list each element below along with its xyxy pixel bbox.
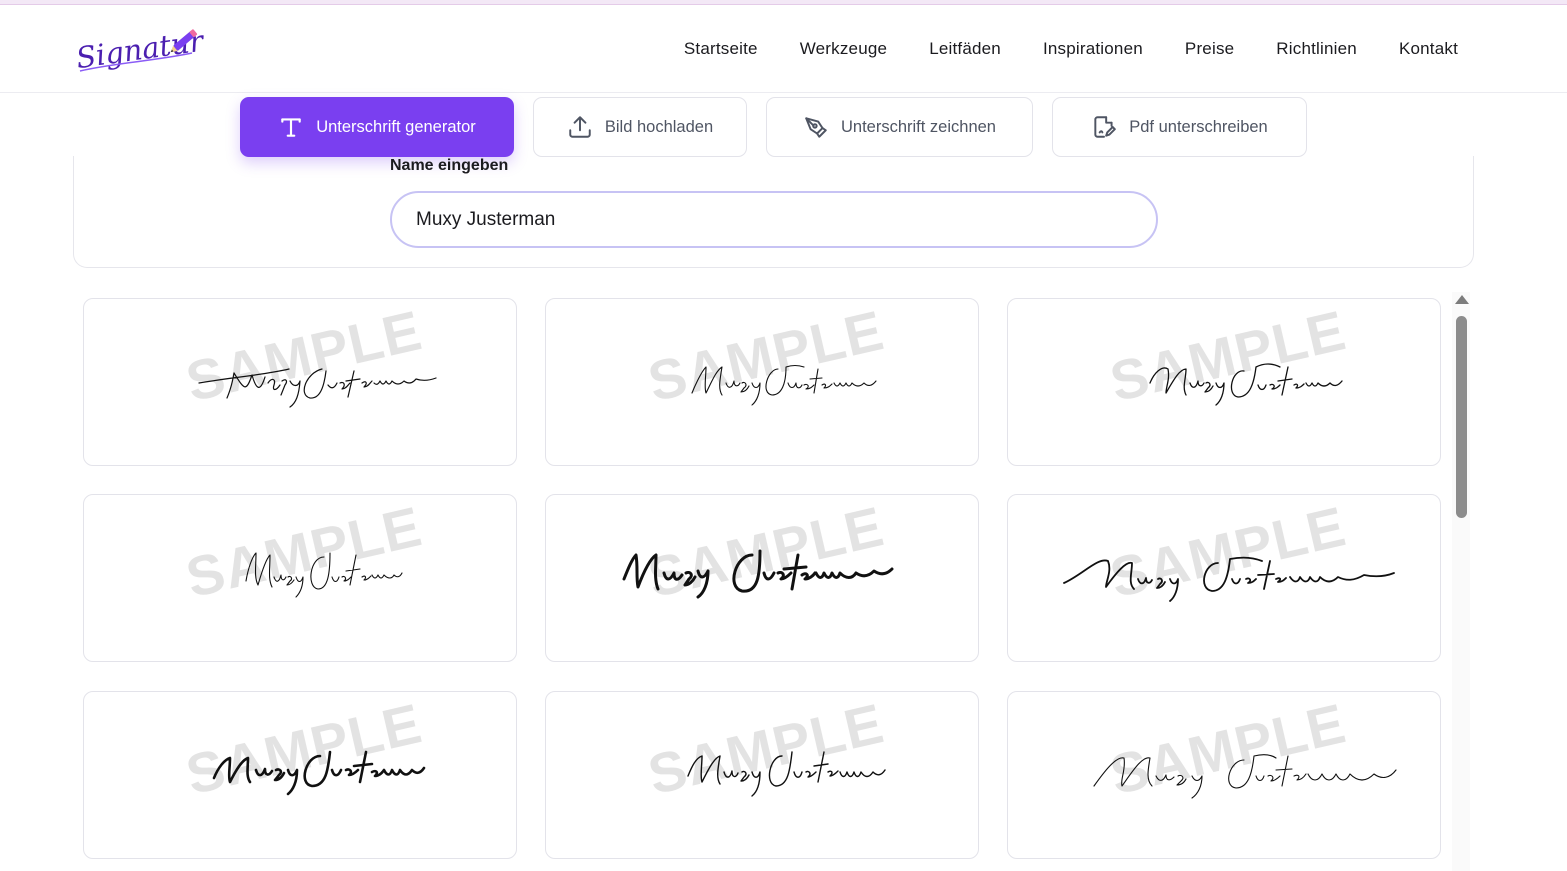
- upload-icon: [569, 116, 591, 138]
- tab-label: Bild hochladen: [604, 117, 714, 136]
- signature-option[interactable]: SAMPLE: [83, 494, 517, 662]
- text-t-icon: [281, 118, 301, 137]
- tab-sign-pdf[interactable]: Pdf unterschreiben: [1052, 97, 1307, 157]
- nav-preise[interactable]: Preise: [1185, 39, 1234, 59]
- signature-preview: [1149, 363, 1343, 406]
- signature-option[interactable]: SAMPLE: [545, 298, 979, 466]
- main-nav: Startseite Werkzeuge Leitfäden Inspirati…: [684, 5, 1458, 93]
- nav-richtlinien[interactable]: Richtlinien: [1276, 39, 1357, 59]
- signature-preview: [622, 549, 894, 599]
- signature-preview: [1063, 556, 1395, 602]
- signature-option[interactable]: SAMPLE: [545, 494, 979, 662]
- svg-text:Signature: Signature: [74, 23, 204, 75]
- signature-preview: [687, 751, 886, 797]
- document-sign-icon: [1094, 116, 1117, 138]
- signature-option[interactable]: SAMPLE: [545, 691, 979, 859]
- nav-inspirationen[interactable]: Inspirationen: [1043, 39, 1143, 59]
- tab-upload-image[interactable]: Bild hochladen: [533, 97, 747, 157]
- site-header: Signature Startseite Werkzeuge Leitfäden…: [0, 5, 1567, 93]
- signature-option[interactable]: SAMPLE: [1007, 494, 1441, 662]
- nav-startseite[interactable]: Startseite: [684, 39, 758, 59]
- signature-preview: [198, 368, 437, 408]
- name-input[interactable]: [390, 191, 1158, 248]
- tab-label: Pdf unterschreiben: [1129, 117, 1268, 136]
- nav-werkzeuge[interactable]: Werkzeuge: [800, 39, 887, 59]
- signature-option[interactable]: SAMPLE: [83, 298, 517, 466]
- nav-leitfaeden[interactable]: Leitfäden: [929, 39, 1001, 59]
- tab-label: Unterschrift zeichnen: [841, 117, 996, 136]
- nav-kontakt[interactable]: Kontakt: [1399, 39, 1458, 59]
- signature-logo[interactable]: Signature: [74, 23, 204, 79]
- tab-draw-signature[interactable]: Unterschrift zeichnen: [766, 97, 1033, 157]
- signature-option[interactable]: SAMPLE: [1007, 691, 1441, 859]
- signature-preview: [1093, 754, 1397, 799]
- signature-option[interactable]: SAMPLE: [83, 691, 517, 859]
- tab-signature-generator[interactable]: Unterschrift generator: [240, 97, 514, 157]
- tab-label: Unterschrift generator: [316, 117, 476, 136]
- signature-option[interactable]: SAMPLE: [1007, 298, 1441, 466]
- scrollbar-thumb[interactable]: [1456, 316, 1467, 518]
- signature-preview: [691, 364, 877, 406]
- signature-preview: [245, 552, 403, 598]
- pen-nib-icon: [805, 117, 827, 138]
- scroll-up-arrow-icon[interactable]: [1455, 295, 1469, 304]
- signature-preview: [212, 750, 426, 796]
- name-field-label: Name eingeben: [390, 157, 509, 174]
